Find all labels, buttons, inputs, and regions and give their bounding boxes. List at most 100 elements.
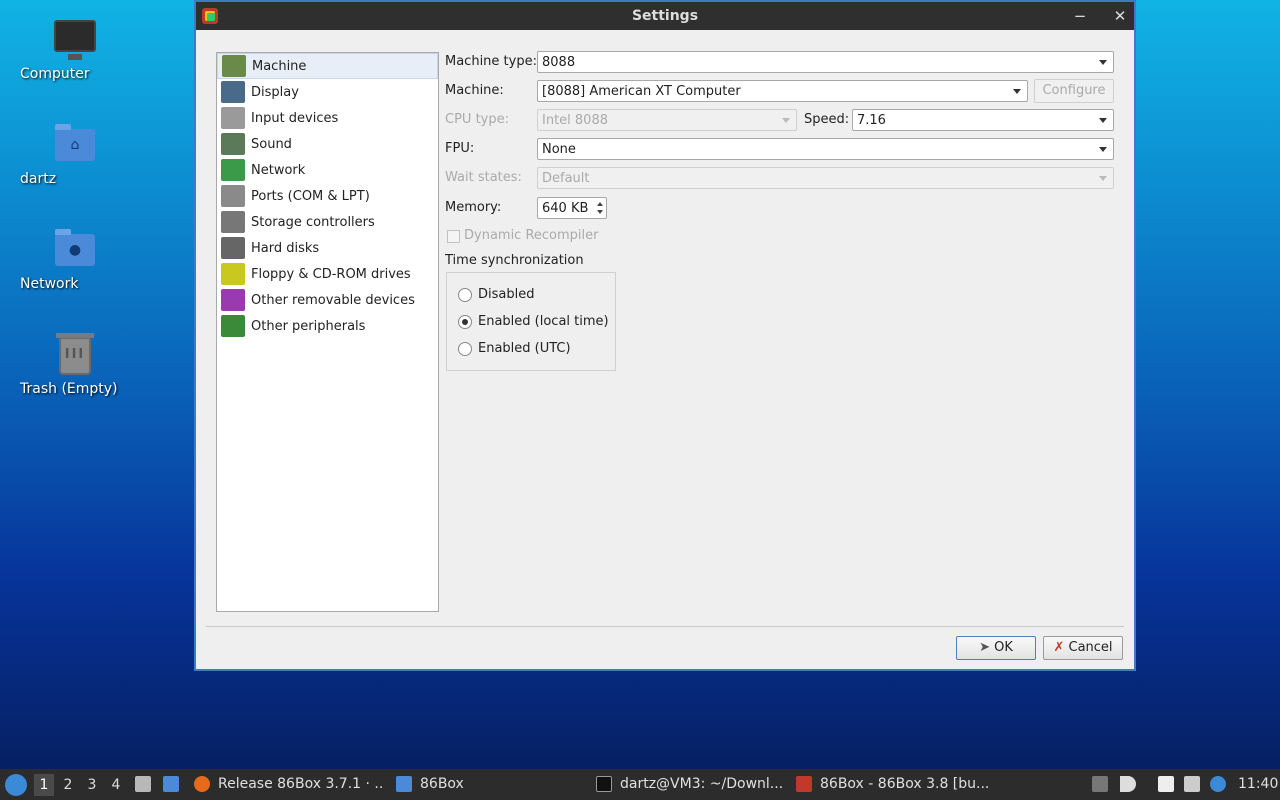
machine-type-label: Machine type: (445, 54, 537, 69)
terminal-icon (596, 776, 612, 792)
chevron-down-icon (1013, 89, 1021, 94)
fpu-label: FPU: (445, 141, 475, 156)
wait-states-label: Wait states: (445, 170, 522, 185)
nav-item-label: Display (251, 84, 299, 100)
nav-item-input-devices[interactable]: Input devices (217, 105, 438, 131)
task-firefox[interactable]: Release 86Box 3.7.1 · ... (194, 769, 384, 800)
computer-icon (53, 18, 97, 62)
task-label: Release 86Box 3.7.1 · ... (218, 776, 384, 792)
start-menu-icon[interactable] (5, 774, 27, 796)
speed-label: Speed: (804, 112, 850, 127)
tray-scroll-up-icon[interactable] (1092, 776, 1108, 792)
show-desktop-icon[interactable] (163, 776, 179, 792)
dynamic-recompiler-label: Dynamic Recompiler (464, 228, 599, 243)
desktop-icon-label: Network (20, 276, 79, 292)
machine-label: Machine: (445, 83, 504, 98)
nav-item-network[interactable]: Network (217, 157, 438, 183)
close-button[interactable]: ✕ (1110, 6, 1130, 26)
nav-item-storage-controllers[interactable]: Storage controllers (217, 209, 438, 235)
nav-item-machine[interactable]: Machine (217, 53, 438, 79)
ok-button[interactable]: ➤ OK (956, 636, 1036, 660)
ok-button-label: OK (994, 640, 1013, 655)
nav-item-display[interactable]: Display (217, 79, 438, 105)
network-status-icon[interactable] (1184, 776, 1200, 792)
speed-select[interactable]: 7.16 (852, 109, 1114, 131)
chevron-down-icon (1099, 176, 1107, 181)
sound-icon (221, 133, 245, 155)
hard-disk-icon (221, 237, 245, 259)
time-sync-label: Time synchronization (445, 253, 584, 268)
task-86box-settings[interactable]: 86Box - 86Box 3.8 [bu... (796, 769, 988, 800)
chevron-down-icon (782, 118, 790, 123)
volume-icon[interactable] (1120, 776, 1136, 792)
clipboard-icon[interactable] (1158, 776, 1174, 792)
time-sync-group: Disabled Enabled (local time) Enabled (U… (446, 272, 616, 371)
firefox-icon (194, 776, 210, 792)
machine-type-select[interactable]: 8088 (537, 51, 1114, 73)
cancel-button[interactable]: ✗ Cancel (1043, 636, 1123, 660)
chevron-down-icon (1099, 118, 1107, 123)
window-title: Settings (631, 8, 699, 24)
settings-category-list: Machine Display Input devices Sound Netw… (216, 52, 439, 612)
cpu-type-label: CPU type: (445, 112, 509, 127)
window-titlebar[interactable]: Settings − ✕ (196, 2, 1134, 30)
nav-item-ports[interactable]: Ports (COM & LPT) (217, 183, 438, 209)
nav-item-removable-devices[interactable]: Other removable devices (217, 287, 438, 313)
network-icon (221, 159, 245, 181)
task-label: dartz@VM3: ~/Downl... (620, 776, 784, 792)
ok-icon: ➤ (979, 640, 990, 655)
chevron-down-icon (1099, 147, 1107, 152)
desktop-icon-home[interactable]: ⌂ dartz (20, 123, 130, 187)
workspace-4[interactable]: 4 (106, 774, 126, 796)
fpu-value: None (542, 142, 576, 157)
file-manager-launcher-icon[interactable] (135, 776, 151, 792)
configure-button[interactable]: Configure (1034, 79, 1114, 103)
time-sync-local-label: Enabled (local time) (478, 314, 609, 329)
nav-item-other-peripherals[interactable]: Other peripherals (217, 313, 438, 339)
spin-down-icon[interactable] (597, 210, 603, 214)
cancel-icon: ✗ (1053, 640, 1065, 655)
time-sync-disabled-radio[interactable] (458, 288, 472, 302)
display-icon (221, 81, 245, 103)
cpu-type-select[interactable]: Intel 8088 (537, 109, 797, 131)
input-devices-icon (221, 107, 245, 129)
task-terminal[interactable]: dartz@VM3: ~/Downl... (596, 769, 786, 800)
clock[interactable]: 11:40 (1238, 769, 1278, 800)
spin-up-icon[interactable] (597, 202, 603, 206)
desktop-icon-label: dartz (20, 171, 57, 187)
dynamic-recompiler-checkbox[interactable] (447, 230, 460, 243)
nav-item-label: Machine (252, 58, 307, 74)
network-folder-icon: ● (53, 228, 97, 272)
machine-type-value: 8088 (542, 55, 576, 70)
wait-states-select[interactable]: Default (537, 167, 1114, 189)
notification-icon[interactable] (1210, 776, 1226, 792)
nav-item-sound[interactable]: Sound (217, 131, 438, 157)
nav-item-hard-disks[interactable]: Hard disks (217, 235, 438, 261)
workspace-3[interactable]: 3 (82, 774, 102, 796)
time-sync-utc-radio[interactable] (458, 342, 472, 356)
minimize-button[interactable]: − (1070, 6, 1090, 26)
nav-item-label: Sound (251, 136, 292, 152)
time-sync-local-radio[interactable] (458, 315, 472, 329)
nav-item-label: Storage controllers (251, 214, 375, 230)
86box-icon (796, 776, 812, 792)
trash-icon (53, 333, 97, 377)
footer-separator (206, 626, 1124, 627)
nav-item-label: Ports (COM & LPT) (251, 188, 370, 204)
memory-spinbox[interactable]: 640 KB (537, 197, 607, 219)
desktop-icon-network[interactable]: ● Network (20, 228, 130, 292)
workspace-1[interactable]: 1 (34, 774, 54, 796)
machine-select[interactable]: [8088] American XT Computer (537, 80, 1028, 102)
task-86box-folder[interactable]: 86Box (396, 769, 586, 800)
folder-icon (396, 776, 412, 792)
nav-item-floppy-cdrom[interactable]: Floppy & CD-ROM drives (217, 261, 438, 287)
desktop-icon-computer[interactable]: Computer (20, 18, 130, 82)
memory-value: 640 KB (542, 201, 589, 216)
workspace-2[interactable]: 2 (58, 774, 78, 796)
nav-item-label: Other removable devices (251, 292, 415, 308)
nav-item-label: Other peripherals (251, 318, 366, 334)
desktop-icon-trash[interactable]: Trash (Empty) (20, 333, 130, 397)
peripherals-icon (221, 315, 245, 337)
home-folder-icon: ⌂ (53, 123, 97, 167)
fpu-select[interactable]: None (537, 138, 1114, 160)
